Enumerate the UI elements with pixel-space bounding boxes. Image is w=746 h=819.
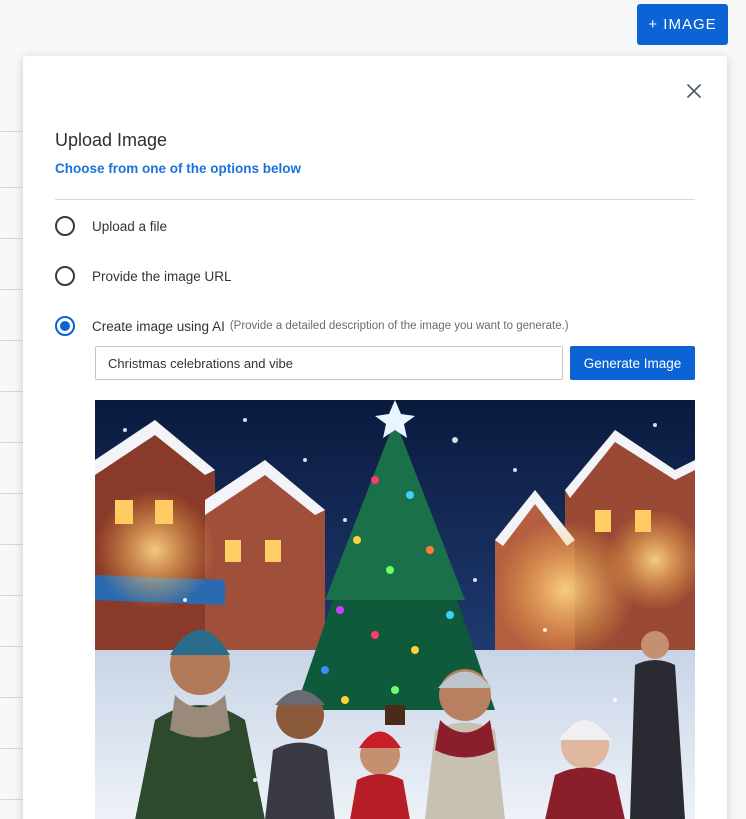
modal-title: Upload Image (55, 130, 168, 150)
table-row-divider (0, 646, 24, 647)
upload-image-modal: Upload Image Choose from one of the opti… (23, 56, 727, 819)
radio-button-selected[interactable] (55, 316, 75, 336)
table-row-divider (0, 187, 24, 188)
close-icon (687, 84, 701, 98)
table-row-divider (0, 289, 24, 290)
table-row-divider (0, 544, 24, 545)
table-row-divider (0, 131, 24, 132)
table-row-divider (0, 748, 24, 749)
ai-prompt-input[interactable] (95, 346, 563, 380)
option-hint: (Provide a detailed description of the i… (229, 320, 569, 332)
table-row-divider (0, 799, 24, 800)
table-row-divider (0, 340, 24, 341)
generate-image-button[interactable]: Generate Image (570, 346, 695, 380)
generated-image (95, 400, 695, 819)
option-upload-file[interactable]: Upload a file (55, 216, 167, 236)
radio-button[interactable] (55, 266, 75, 286)
radio-button[interactable] (55, 216, 75, 236)
modal-subtitle: Choose from one of the options below (55, 161, 301, 176)
option-label: Provide the image URL (92, 268, 232, 284)
divider (55, 199, 695, 200)
option-image-url[interactable]: Provide the image URL (55, 266, 232, 286)
table-row-divider (0, 238, 24, 239)
table-row-divider (0, 697, 24, 698)
option-label: Create image using AI (92, 318, 225, 334)
option-label: Upload a file (92, 218, 168, 234)
table-row-divider (0, 442, 24, 443)
table-row-divider (0, 595, 24, 596)
option-create-ai[interactable]: Create image using AI (Provide a detaile… (55, 316, 569, 336)
close-button[interactable] (681, 78, 707, 104)
table-row-divider (0, 493, 24, 494)
table-row-divider (0, 391, 24, 392)
add-image-button[interactable]: + IMAGE (637, 4, 728, 45)
